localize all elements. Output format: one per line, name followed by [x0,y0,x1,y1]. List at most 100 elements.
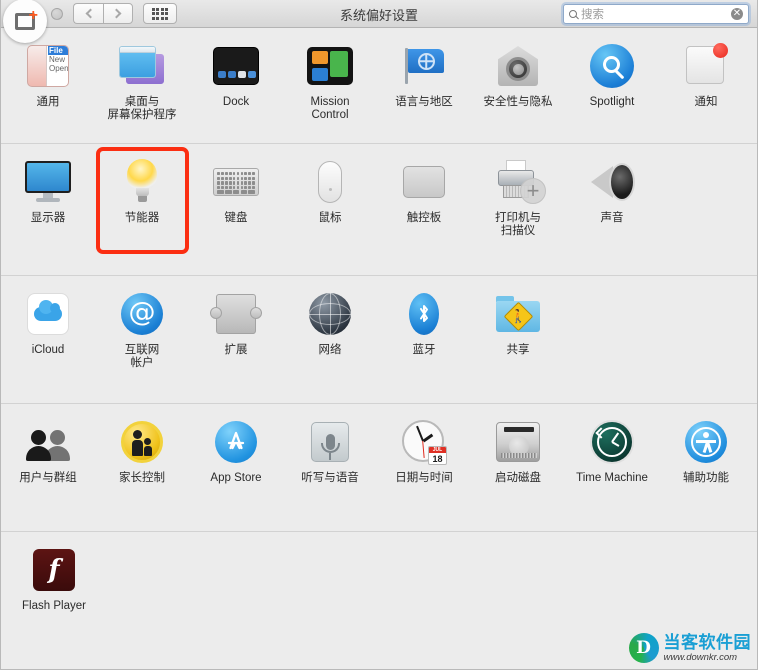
dictation-speech-icon [306,418,354,466]
pref-item-label: 键盘 [224,212,248,224]
pref-row-system: 用户与群组 家长控制 App Store 听写与语音 JUL 18 日期与时间 … [1,404,757,532]
pref-item-label: 蓝牙 [412,344,436,356]
search-field[interactable]: 搜索 ✕ [563,3,749,24]
pref-item-flash-player[interactable]: f Flash Player [7,542,101,651]
pref-item-dock[interactable]: Dock [189,38,283,137]
pref-item-label: 鼠标 [318,212,342,224]
pref-item-label: 启动磁盘 [495,472,541,484]
pref-item-bluetooth[interactable]: 蓝牙 [377,286,471,397]
pref-row-hardware: 显示器 节能器 键盘 鼠标 触控板 + 打印机与 扫描仪 声音 [1,144,757,276]
watermark-text: 当客软件园 www.downkr.com [664,634,752,663]
chevron-right-icon [111,8,122,19]
pref-row-personal: File New Open 通用 桌面与 屏幕保护程序 Dock Mission… [1,28,757,144]
pref-item-label: 桌面与 屏幕保护程序 [108,96,177,122]
pref-item-label: 通知 [694,96,718,108]
pref-item-label: Flash Player [22,600,86,612]
spotlight-icon [588,42,636,90]
printers-scanners-icon: + [494,158,546,206]
pref-item-internet-accounts[interactable]: @ 互联网 帐户 [95,286,189,397]
notifications-icon [682,42,730,90]
zoom-window-button[interactable] [51,7,63,20]
label-line-1: 打印机与 [495,212,541,224]
pref-item-desktop-screensaver[interactable]: 桌面与 屏幕保护程序 [95,38,189,137]
pref-item-icloud[interactable]: iCloud [1,286,95,397]
extensions-icon [210,290,262,338]
pref-item-language-region[interactable]: 语言与地区 [377,38,471,137]
pref-item-notifications[interactable]: 通知 [659,38,753,137]
navigation-buttons [73,3,133,24]
pref-item-printers-scanners[interactable]: + 打印机与 扫描仪 [471,154,565,269]
app-store-glyph [227,431,245,450]
search-container: 搜索 ✕ [563,3,749,24]
pref-item-startup-disk[interactable]: 启动磁盘 [471,414,565,525]
desktop-screensaver-icon [118,42,166,90]
pref-item-parental-controls[interactable]: 家长控制 [95,414,189,525]
general-menu-new-label: New [49,55,66,64]
displays-icon [24,158,72,206]
general-menu-file-label: File [48,46,68,55]
mission-control-icon [306,42,354,90]
pref-item-app-store[interactable]: App Store [189,414,283,525]
site-watermark: D 当客软件园 www.downkr.com [628,633,752,663]
pref-item-energy-saver[interactable]: 节能器 [95,154,189,269]
flash-player-icon: f [30,546,78,594]
pref-item-sound[interactable]: 声音 [565,154,659,269]
pref-item-date-time[interactable]: JUL 18 日期与时间 [377,414,471,525]
pref-item-users-groups[interactable]: 用户与群组 [1,414,95,525]
pref-item-label: 安全性与隐私 [483,96,553,108]
pref-item-label: iCloud [31,344,65,356]
system-preferences-window: 系统偏好设置 搜索 ✕ + File New Open 通用 桌面与 屏幕保护程… [0,0,758,670]
pref-item-label: 语言与地区 [395,96,453,108]
app-store-icon [212,418,260,466]
date-time-icon: JUL 18 [400,418,448,466]
watermark-site-name: 当客软件园 [663,632,751,652]
show-all-button[interactable] [143,3,177,24]
add-window-icon: + [15,7,38,30]
pref-item-accessibility[interactable]: 辅助功能 [659,414,753,525]
network-icon [306,290,354,338]
watermark-logo-icon: D [628,633,659,663]
pref-item-keyboard[interactable]: 键盘 [189,154,283,269]
pref-item-security-privacy[interactable]: 安全性与隐私 [471,38,565,137]
calendar-day-label: 18 [432,454,443,464]
pref-item-network[interactable]: 网络 [283,286,377,397]
internet-accounts-icon: @ [118,290,166,338]
pref-item-displays[interactable]: 显示器 [1,154,95,269]
pref-item-trackpad[interactable]: 触控板 [377,154,471,269]
dock-icon [212,42,260,90]
preferences-grid: File New Open 通用 桌面与 屏幕保护程序 Dock Mission… [1,28,757,669]
pref-item-label: 节能器 [124,212,160,224]
flash-glyph: f [33,549,75,591]
at-symbol: @ [121,293,163,335]
pref-item-time-machine[interactable]: Time Machine [565,414,659,525]
pref-item-extensions[interactable]: 扩展 [189,286,283,397]
pref-item-dictation-speech[interactable]: 听写与语音 [283,414,377,525]
security-privacy-icon [494,42,542,90]
pref-item-label: 触控板 [406,212,442,224]
pedestrian-glyph: 🚶 [509,309,527,324]
pref-item-label: 用户与群组 [19,472,77,484]
users-groups-icon [24,418,72,466]
forward-button[interactable] [103,3,133,24]
back-button[interactable] [73,3,103,24]
startup-disk-icon [494,418,542,466]
time-machine-icon [588,418,636,466]
parental-controls-icon [118,418,166,466]
language-region-icon [400,42,448,90]
accessibility-icon [682,418,730,466]
label-line-2: 帐户 [130,357,154,369]
pref-item-mouse[interactable]: 鼠标 [283,154,377,269]
pref-item-spotlight[interactable]: Spotlight [565,38,659,137]
clear-search-button[interactable]: ✕ [731,7,743,20]
pref-item-sharing[interactable]: 🚶 共享 [471,286,565,397]
plus-icon: + [28,6,38,24]
pref-item-label: Time Machine [576,472,648,484]
pref-item-mission-control[interactable]: Mission Control [283,38,377,137]
pref-item-label: 扩展 [224,344,248,356]
trackpad-icon [400,158,448,206]
label-line-2: Control [311,109,349,121]
label-line-1: Mission [310,96,350,108]
search-icon [569,9,577,18]
pref-item-general[interactable]: File New Open 通用 [1,38,95,137]
search-input[interactable]: 搜索 [581,6,731,22]
